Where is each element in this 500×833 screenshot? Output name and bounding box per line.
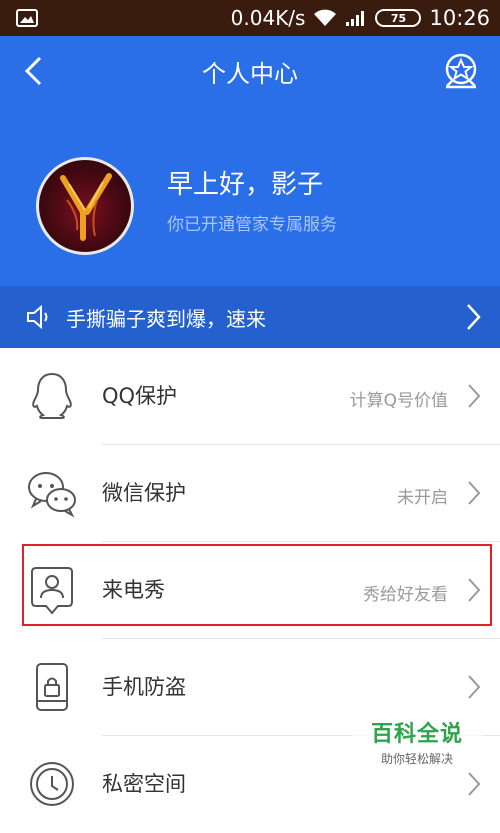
gallery-notification-icon [16,9,38,27]
menu-status: 未开启 [397,488,448,508]
avatar[interactable] [36,157,134,255]
menu-item-qq-protect[interactable]: QQ保护 计算Q号价值 [0,348,500,445]
menu-label: 微信保护 [102,481,186,505]
menu-status: 秀给好友看 [363,585,448,605]
watermark: 百科全说 助你轻松解决 [352,716,482,767]
menu-item-caller-show[interactable]: 来电秀 秀给好友看 [0,542,500,639]
notice-banner[interactable]: 手撕骗子爽到爆，速来 [0,286,500,348]
profile-header: 个人中心 早上好，影子 你已开通管家专属服务 [0,36,500,286]
avatar-image [60,173,112,241]
speaker-icon [27,305,48,329]
chevron-right-icon [468,481,481,505]
signal-icon [346,11,365,26]
vip-badge-button[interactable] [440,50,482,92]
star-badge-icon [445,53,477,89]
menu-label: QQ保护 [102,384,178,408]
private-space-icon [30,762,74,806]
chevron-right-icon [468,578,481,602]
watermark-title: 百科全说 [370,722,463,747]
wifi-icon [314,9,337,26]
notice-text: 手撕骗子爽到爆，速来 [66,306,266,331]
greeting-text: 早上好，影子 [167,170,324,200]
chevron-right-icon [468,384,481,408]
menu-label: 手机防盗 [102,675,186,699]
chevron-right-icon [468,772,481,796]
nav-bar: 个人中心 [0,36,500,106]
caller-show-icon [31,567,73,615]
clock: 10:26 [429,6,490,30]
menu-label: 私密空间 [102,772,186,796]
network-speed: 0.04K/s [230,6,306,30]
wechat-icon [28,472,76,518]
menu-item-wechat-protect[interactable]: 微信保护 未开启 [0,445,500,542]
chevron-right-icon [468,675,481,699]
service-subtitle: 你已开通管家专属服务 [167,215,337,235]
battery-level: 75 [390,11,407,25]
chevron-right-icon [467,304,481,330]
menu-status: 计算Q号价值 [349,391,448,411]
watermark-subtitle: 助你轻松解决 [380,752,453,766]
battery-icon: 75 [375,9,422,27]
status-bar: 0.04K/s 75 10:26 [0,0,500,36]
page-title: 个人中心 [202,60,298,88]
menu-label: 来电秀 [102,578,165,602]
phone-lock-icon [36,663,68,711]
qq-penguin-icon [32,372,72,419]
